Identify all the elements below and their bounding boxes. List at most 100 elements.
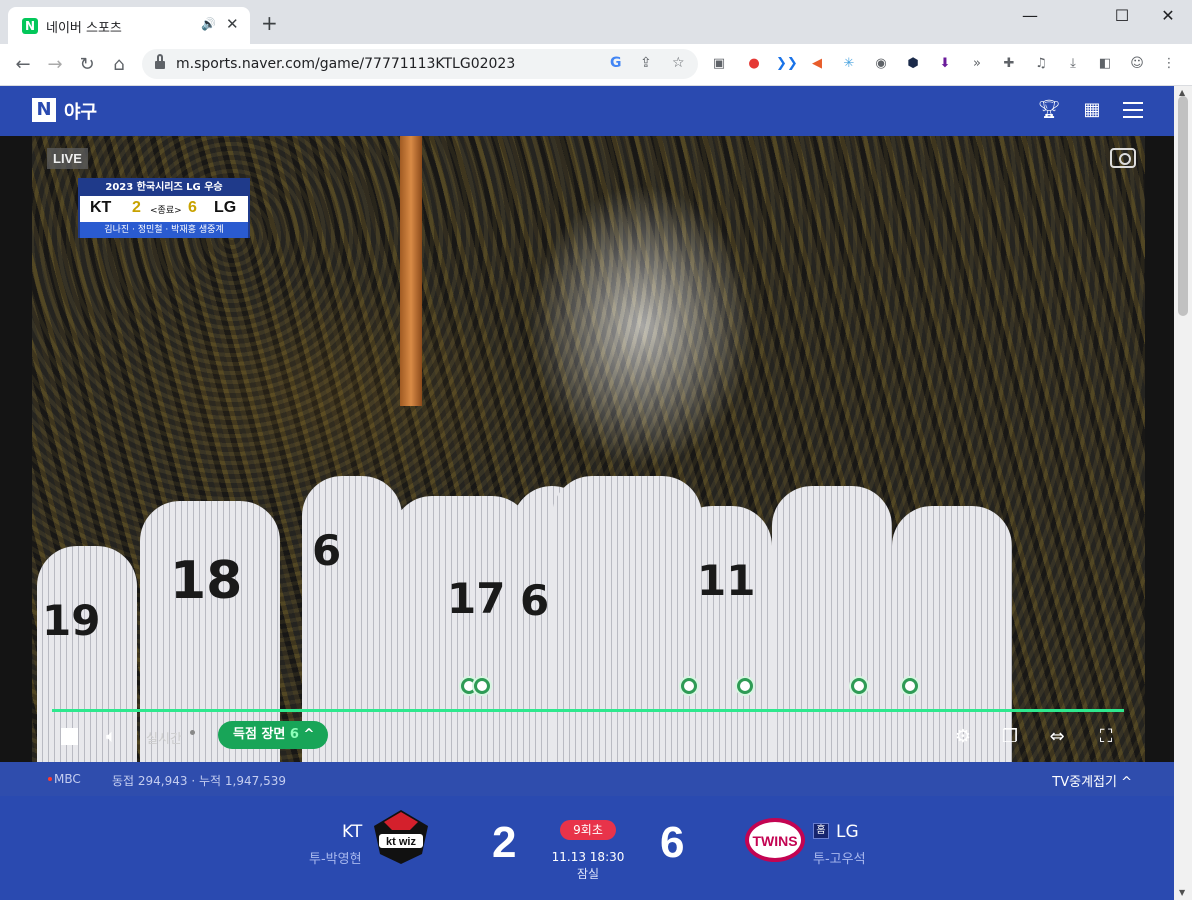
inning-badge: 9회초 <box>560 820 616 840</box>
playback-progress-bar[interactable] <box>52 709 1124 712</box>
section-title[interactable]: 야구 <box>64 98 97 124</box>
arrows-extension-icon[interactable]: » <box>968 55 986 73</box>
audio-extension-icon[interactable]: ❯❯ <box>776 55 798 73</box>
video-player[interactable]: 19 18 6 17 6 11 LIVE 2023 한국시리즈 LG 우승 KT… <box>0 136 1174 762</box>
scoring-marker[interactable] <box>735 676 755 696</box>
home-score: 6 <box>660 818 685 867</box>
window-close-button[interactable]: ✕ <box>1158 6 1178 25</box>
naver-favicon-icon: N <box>22 18 38 34</box>
live-badge: LIVE <box>47 148 88 169</box>
scorebug-away-team: KT <box>90 199 112 216</box>
url-text[interactable]: m.sports.naver.com/game/77771113KTLG0202… <box>176 56 515 72</box>
browser-titlebar: N 네이버 스포츠 🔊 ✕ + — ☐ ✕ <box>0 0 1192 44</box>
tab-title: 네이버 스포츠 <box>46 21 122 36</box>
side-panel-icon[interactable]: ◧ <box>1096 55 1114 73</box>
audio-playing-icon[interactable]: 🔊 <box>201 17 216 31</box>
highlight-count: 6 <box>289 727 299 742</box>
home-team-name[interactable]: LG <box>836 822 859 842</box>
volume-icon[interactable]: 🔈︎ <box>106 726 117 747</box>
cumulative-viewers: 누적 1,947,539 <box>199 774 286 788</box>
megaphone-extension-icon[interactable]: ◀ <box>808 55 826 73</box>
stop-button[interactable] <box>61 728 78 745</box>
screenshot-camera-icon[interactable] <box>1110 148 1136 168</box>
browser-toolbar: ← → ↻ ⌂ m.sports.naver.com/game/77771113… <box>0 44 1192 86</box>
broadcast-channel: MBC <box>54 772 81 786</box>
kt-wiz-logo-icon[interactable]: kt wiz <box>370 808 432 866</box>
hexagon-extension-icon[interactable]: ⬢ <box>904 55 922 73</box>
scroll-down-arrow-icon[interactable]: ▼ <box>1179 888 1185 897</box>
lock-icon[interactable] <box>155 54 165 70</box>
scorebug-status: <종료> <box>150 206 182 216</box>
minimize-button[interactable]: — <box>1020 6 1040 25</box>
scoring-highlights-button[interactable]: 득점 장면 6 ^ <box>218 721 328 749</box>
scroll-thumb[interactable] <box>1178 96 1188 316</box>
away-team-name[interactable]: KT <box>342 822 362 842</box>
downloads-icon[interactable]: ⤓ <box>1064 55 1082 73</box>
camera-extension-icon[interactable]: ◉ <box>872 55 890 73</box>
bookmark-star-icon[interactable]: ☆ <box>672 55 685 71</box>
chevron-up-icon: ^ <box>303 727 315 742</box>
page-scrollbar[interactable]: ▲ ▼ <box>1174 86 1192 900</box>
home-team-badge: 홈 <box>813 823 829 839</box>
scoring-marker[interactable] <box>849 676 869 696</box>
address-bar[interactable]: m.sports.naver.com/game/77771113KTLG0202… <box>142 49 698 79</box>
home-button[interactable]: ⌂ <box>108 54 130 76</box>
sparkle-extension-icon[interactable]: ✳ <box>840 55 858 73</box>
scorebug-casters: 김나진 · 정민철 · 박재홍 생중계 <box>80 222 248 238</box>
highlight-label: 득점 장면 <box>233 727 286 742</box>
browser-tab[interactable]: N 네이버 스포츠 🔊 ✕ <box>8 7 250 44</box>
media-control-icon[interactable]: ♫ <box>1032 55 1050 73</box>
jersey-number: 19 <box>42 596 101 645</box>
svg-text:kt wiz: kt wiz <box>386 836 416 848</box>
picture-in-picture-icon[interactable]: ▣ <box>710 55 728 73</box>
profile-avatar-icon[interactable]: ☺ <box>1128 55 1146 73</box>
tab-close-button[interactable]: ✕ <box>226 15 239 33</box>
jersey-number: 18 <box>170 551 243 611</box>
google-translate-icon[interactable]: G <box>610 55 622 71</box>
pip-mode-icon[interactable]: ❐ <box>999 726 1021 747</box>
download-helper-icon[interactable]: ⬇ <box>936 55 954 73</box>
game-scoreboard: KT 투-박영현 kt wiz 2 9회초 11.13 18:30 잠실 6 T… <box>0 796 1174 900</box>
new-tab-button[interactable]: + <box>261 13 278 33</box>
trophy-icon[interactable]: 🏆︎ <box>1037 98 1061 122</box>
home-pitcher: 투-고우석 <box>813 852 866 867</box>
realtime-indicator-dot <box>190 730 195 735</box>
away-score: 2 <box>492 818 517 867</box>
tv-broadcast-collapse-button[interactable]: TV중계접기 ^ <box>1052 771 1132 790</box>
reload-button[interactable]: ↻ <box>76 54 98 76</box>
viewer-counts: 동접 294,943 · 누적 1,947,539 <box>112 774 286 788</box>
scoring-marker[interactable] <box>900 676 920 696</box>
celebrating-players: 19 18 6 17 6 11 <box>32 466 1145 762</box>
naver-logo-icon[interactable]: N <box>32 98 56 122</box>
jersey-number: 6 <box>312 526 342 575</box>
live-red-dot <box>48 777 52 781</box>
maximize-button[interactable]: ☐ <box>1112 6 1132 25</box>
scorebug-home-team: LG <box>214 199 237 216</box>
lg-twins-logo-icon[interactable]: TWINS <box>743 812 807 864</box>
theater-mode-icon[interactable]: ⇔ <box>1046 726 1068 747</box>
scoring-marker[interactable] <box>679 676 699 696</box>
realtime-label[interactable]: 실시간 <box>146 728 182 747</box>
scorebug-home-score: 6 <box>188 199 197 216</box>
extensions-puzzle-icon[interactable]: ✚ <box>1000 55 1018 73</box>
concurrent-viewers: 동접 294,943 <box>112 774 188 788</box>
calendar-icon[interactable]: ▦ <box>1080 98 1104 122</box>
back-button[interactable]: ← <box>12 54 34 76</box>
forward-button[interactable]: → <box>44 54 66 76</box>
fullscreen-icon[interactable]: ⛶ <box>1095 726 1117 747</box>
adblock-extension-icon[interactable]: ● <box>745 55 763 73</box>
settings-gear-icon[interactable]: ⚙ <box>952 726 974 747</box>
game-venue: 잠실 <box>576 867 600 881</box>
foul-pole <box>400 136 422 406</box>
jersey-number: 6 <box>520 576 550 625</box>
jersey-number: 11 <box>697 556 756 605</box>
jersey-number: 17 <box>447 574 506 623</box>
menu-hamburger-icon[interactable] <box>1121 98 1145 122</box>
scorebug-title: 2023 한국시리즈 LG 우승 <box>80 180 248 196</box>
svg-text:TWINS: TWINS <box>752 833 797 849</box>
scoring-marker[interactable] <box>472 676 492 696</box>
scorebug-away-score: 2 <box>132 199 141 216</box>
chrome-menu-icon[interactable]: ⋮ <box>1160 55 1178 73</box>
broadcast-info-bar: MBC 동접 294,943 · 누적 1,947,539 TV중계접기 ^ <box>0 762 1174 796</box>
share-icon[interactable]: ⇪ <box>640 55 652 71</box>
